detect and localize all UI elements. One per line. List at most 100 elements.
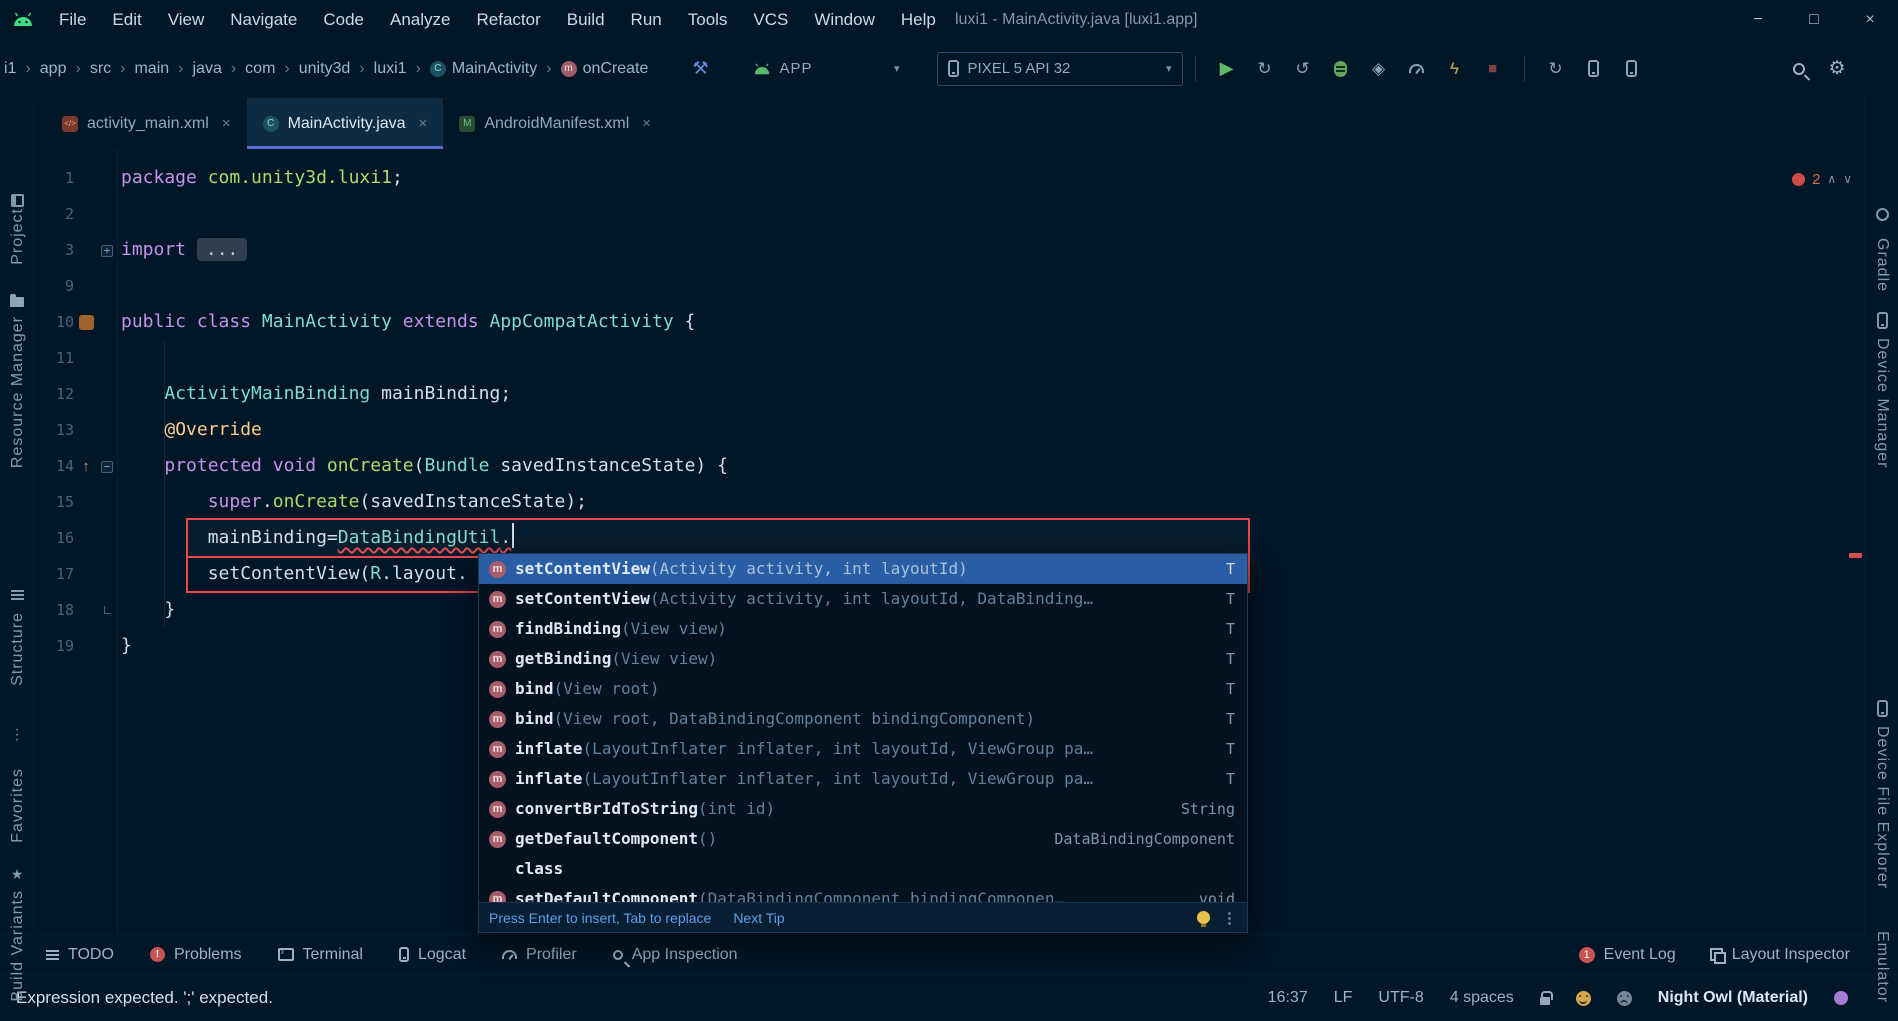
maximize-button[interactable]: □ bbox=[1786, 0, 1842, 40]
breadcrumb-src[interactable]: src bbox=[88, 60, 113, 78]
completion-item-class[interactable]: class bbox=[479, 854, 1247, 884]
apply-changes-button[interactable]: ↻ bbox=[1252, 56, 1278, 82]
tab-androidmanifest-xml[interactable]: AndroidManifest.xml × bbox=[443, 98, 667, 149]
completion-menu-icon[interactable]: ⋮ bbox=[1222, 909, 1237, 927]
run-configuration-select[interactable]: APP ▾ bbox=[743, 52, 911, 86]
menu-analyze[interactable]: Analyze bbox=[377, 0, 463, 40]
breadcrumb-mainactivity[interactable]: C MainActivity bbox=[428, 60, 539, 78]
tool-window-todo[interactable]: TODO bbox=[46, 946, 114, 964]
tool-window-problems[interactable]: ! Problems bbox=[149, 946, 242, 964]
breadcrumb-i1[interactable]: i1 bbox=[2, 60, 18, 78]
fold-end-icon[interactable] bbox=[98, 592, 116, 628]
lock-icon[interactable] bbox=[1539, 990, 1553, 1005]
completion-item-getbinding[interactable]: m getBinding (View view) T bbox=[479, 644, 1247, 674]
menu-view[interactable]: View bbox=[155, 0, 218, 40]
run-with-coverage-button[interactable]: ◈ bbox=[1366, 56, 1392, 82]
menu-build[interactable]: Build bbox=[554, 0, 618, 40]
menu-window[interactable]: Window bbox=[801, 0, 887, 40]
close-tab-icon[interactable]: × bbox=[222, 115, 231, 132]
device-file-explorer-icon[interactable] bbox=[1865, 700, 1898, 717]
completion-item-setdefaultcomponent[interactable]: m setDefaultComponent (DataBindingComponen… bbox=[479, 884, 1247, 902]
intention-bulb-icon[interactable] bbox=[1197, 911, 1210, 927]
sidebar-item-device-manager[interactable]: Device Manager bbox=[1873, 338, 1891, 469]
menu-file[interactable]: File bbox=[46, 0, 99, 40]
sidebar-item-gradle[interactable]: Gradle bbox=[1873, 238, 1891, 292]
sidebar-item-device-file-explorer[interactable]: Device File Explorer bbox=[1873, 726, 1891, 889]
menu-edit[interactable]: Edit bbox=[99, 0, 154, 40]
breadcrumb-main[interactable]: main bbox=[132, 60, 171, 78]
menu-tools[interactable]: Tools bbox=[675, 0, 741, 40]
search-everywhere-button[interactable] bbox=[1786, 56, 1812, 82]
completion-item-inflate[interactable]: m inflate (LayoutInflater inflater, int la… bbox=[479, 734, 1247, 764]
tab-activity-main-xml[interactable]: activity_main.xml × bbox=[46, 98, 247, 149]
project-window-icon[interactable] bbox=[0, 194, 34, 207]
theme-name[interactable]: Night Owl (Material) bbox=[1658, 989, 1808, 1007]
indent-setting[interactable]: 4 spaces bbox=[1450, 989, 1514, 1007]
menu-help[interactable]: Help bbox=[888, 0, 949, 40]
previous-error-icon[interactable]: ∧ bbox=[1827, 172, 1836, 186]
close-tab-icon[interactable]: × bbox=[642, 115, 651, 132]
inspections-widget[interactable]: 2 ∧ ∨ bbox=[1792, 166, 1852, 192]
device-select[interactable]: PIXEL 5 API 32 ▾ bbox=[936, 51, 1183, 86]
tab-mainactivity-java[interactable]: MainActivity.java × bbox=[246, 98, 444, 149]
sidebar-item-structure[interactable]: Structure bbox=[9, 612, 27, 686]
more-tool-windows-icon[interactable]: ⋮ bbox=[0, 726, 34, 743]
completion-item-getdefaultcomponent[interactable]: m getDefaultComponent() DataBindingCompone… bbox=[479, 824, 1247, 854]
debug-button[interactable] bbox=[1328, 56, 1354, 82]
breadcrumb-com[interactable]: com bbox=[243, 60, 277, 78]
line-separator[interactable]: LF bbox=[1334, 989, 1353, 1007]
scrollbar-error-marker[interactable] bbox=[1849, 553, 1862, 558]
menu-vcs[interactable]: VCS bbox=[740, 0, 801, 40]
settings-button[interactable]: ⚙ bbox=[1824, 56, 1850, 82]
layout-inspector-button[interactable]: Layout Inspector bbox=[1709, 946, 1850, 964]
tool-window-app-inspection[interactable]: App Inspection bbox=[612, 946, 738, 964]
completion-item-bind[interactable]: m bind (View root) T bbox=[479, 674, 1247, 704]
tool-window-terminal[interactable]: Terminal bbox=[277, 946, 363, 964]
device-manager-button[interactable] bbox=[1581, 56, 1607, 82]
menu-navigate[interactable]: Navigate bbox=[217, 0, 310, 40]
sad-face-icon[interactable] bbox=[1616, 990, 1632, 1006]
override-marker-icon[interactable]: ↑ bbox=[82, 458, 90, 475]
sync-project-button[interactable]: ↻ bbox=[1543, 56, 1569, 82]
close-tab-icon[interactable]: × bbox=[419, 115, 428, 132]
next-error-icon[interactable]: ∨ bbox=[1843, 172, 1852, 186]
structure-icon[interactable] bbox=[0, 590, 34, 592]
folder-icon[interactable] bbox=[0, 294, 34, 307]
fold-minus-icon[interactable]: − bbox=[101, 461, 113, 473]
completion-item-convertbridtostring[interactable]: m convertBrIdToString (int id) String bbox=[479, 794, 1247, 824]
completion-item-setcontentview[interactable]: m setContentView (Activity activity, int l… bbox=[479, 584, 1247, 614]
menu-run[interactable]: Run bbox=[618, 0, 675, 40]
minimize-button[interactable]: − bbox=[1730, 0, 1786, 40]
completion-item-bind[interactable]: m bind (View root, DataBindingComponent bi… bbox=[479, 704, 1247, 734]
attach-profiler-button[interactable]: ϟ bbox=[1442, 56, 1468, 82]
breadcrumb-oncreate[interactable]: m onCreate bbox=[559, 60, 651, 78]
close-button[interactable]: × bbox=[1842, 0, 1898, 40]
next-tip-link[interactable]: Next Tip bbox=[733, 910, 784, 926]
stop-button[interactable]: ■ bbox=[1480, 56, 1506, 82]
breadcrumb-java[interactable]: java bbox=[190, 60, 223, 78]
sidebar-item-resource-manager[interactable]: Resource Manager bbox=[9, 316, 27, 468]
sidebar-item-favorites[interactable]: Favorites bbox=[9, 768, 27, 843]
sidebar-item-project[interactable]: Project bbox=[9, 208, 27, 265]
profile-button[interactable] bbox=[1404, 56, 1430, 82]
fold-plus-icon[interactable]: + bbox=[98, 232, 116, 268]
tool-window-profiler[interactable]: Profiler bbox=[502, 946, 577, 964]
completion-item-findbinding[interactable]: m findBinding (View view) T bbox=[479, 614, 1247, 644]
apply-code-changes-button[interactable]: ↺ bbox=[1290, 56, 1316, 82]
completion-item-setcontentview[interactable]: m setContentView (Activity activity, int l… bbox=[479, 554, 1247, 584]
wrench-icon[interactable]: ⚒ bbox=[692, 58, 708, 79]
breadcrumb-unity3d[interactable]: unity3d bbox=[297, 60, 353, 78]
event-log-button[interactable]: 1 Event Log bbox=[1578, 946, 1676, 964]
menu-code[interactable]: Code bbox=[310, 0, 377, 40]
breadcrumb-app[interactable]: app bbox=[38, 60, 69, 78]
run-button[interactable]: ▶ bbox=[1214, 56, 1240, 82]
fold-plus-icon[interactable]: + bbox=[101, 245, 113, 257]
caret-position[interactable]: 16:37 bbox=[1268, 989, 1308, 1007]
happy-face-icon[interactable] bbox=[1575, 990, 1591, 1006]
fold-minus-icon[interactable]: − bbox=[98, 448, 116, 484]
pair-devices-button[interactable] bbox=[1619, 56, 1645, 82]
file-encoding[interactable]: UTF-8 bbox=[1378, 989, 1423, 1007]
completion-item-inflate[interactable]: m inflate (LayoutInflater inflater, int la… bbox=[479, 764, 1247, 794]
star-icon[interactable]: ★ bbox=[0, 866, 34, 883]
device-manager-icon[interactable] bbox=[1865, 312, 1898, 329]
